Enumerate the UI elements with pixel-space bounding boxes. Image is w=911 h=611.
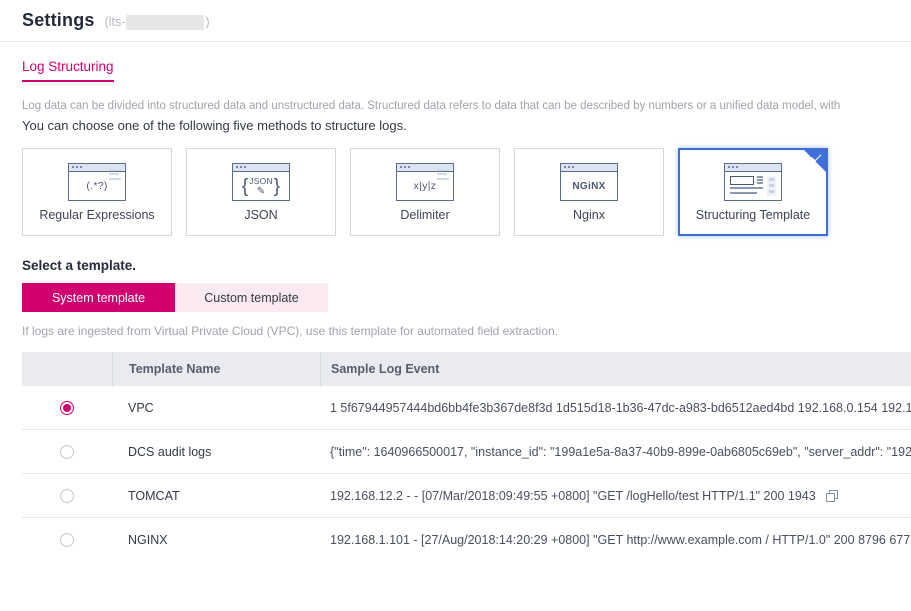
row-sample-log: {"time": 1640966500017, "instance_id": "… [320, 445, 911, 459]
radio-button-nginx[interactable] [60, 533, 74, 547]
segment-system-template[interactable]: System template [22, 283, 175, 312]
segment-custom-template[interactable]: Custom template [175, 283, 328, 312]
delimiter-lines-icon [437, 168, 450, 180]
method-card-nginx[interactable]: NGiNX Nginx [514, 148, 664, 236]
template-type-toggle: System template Custom template [22, 283, 328, 312]
method-card-label: Structuring Template [695, 207, 811, 222]
description-block: Log data can be divided into structured … [0, 82, 911, 136]
brace-left-icon: { [241, 175, 249, 197]
copy-icon[interactable] [825, 489, 838, 502]
method-card-delimiter[interactable]: x|y|z Delimiter [350, 148, 500, 236]
method-card-label: JSON [244, 207, 278, 222]
json-window-icon: { JSON ✎ } [232, 162, 290, 201]
delimiter-window-icon: x|y|z [396, 162, 454, 201]
description-line-2: You can choose one of the following five… [22, 118, 407, 133]
method-card-json[interactable]: { JSON ✎ } JSON [186, 148, 336, 236]
row-select-cell[interactable] [22, 444, 112, 459]
settings-page: Settings (lts- ) Log Structuring Log dat… [0, 0, 911, 611]
selected-check-icon [804, 150, 826, 172]
table-header: Template Name Sample Log Event [22, 352, 911, 386]
table-header-sample-log-event: Sample Log Event [320, 352, 911, 386]
row-sample-log: 1 5f67944957444bd6bb4fe3b367de8f3d 1d515… [320, 401, 911, 415]
page-header: Settings (lts- ) [0, 0, 911, 31]
row-sample-log-text: 192.168.12.2 - - [07/Mar/2018:09:49:55 +… [330, 488, 816, 503]
brace-right-icon: } [273, 175, 281, 197]
table-row[interactable]: VPC 1 5f67944957444bd6bb4fe3b367de8f3d 1… [22, 386, 911, 430]
subtitle-suffix: ) [205, 15, 210, 29]
nginx-glyph-text: NGiNX [572, 180, 606, 192]
row-sample-log: 192.168.12.2 - - [07/Mar/2018:09:49:55 +… [320, 489, 911, 503]
pencil-icon: ✎ [256, 185, 266, 197]
tab-bar-divider [0, 81, 911, 82]
redacted-value [126, 14, 205, 30]
radio-button-tomcat[interactable] [60, 488, 74, 503]
row-select-cell[interactable] [22, 400, 112, 415]
method-card-label: Delimiter [400, 207, 450, 222]
regex-lines-icon [109, 168, 122, 180]
structuring-method-cards: (.*?) Regular Expressions { JSON ✎ } JSO… [22, 148, 911, 236]
row-select-cell[interactable] [22, 488, 112, 503]
row-sample-log-text: {"time": 1640966500017, "instance_id": "… [330, 444, 911, 459]
row-sample-log-text: 1 5f67944957444bd6bb4fe3b367de8f3d 1d515… [330, 400, 911, 415]
tab-bar: Log Structuring [0, 58, 911, 82]
method-card-label: Nginx [573, 207, 605, 222]
json-glyph-text: JSON [249, 175, 273, 186]
template-window-icon [724, 162, 782, 201]
table-row[interactable]: DCS audit logs {"time": 1640966500017, "… [22, 430, 911, 474]
subtitle-prefix: (lts- [104, 15, 126, 29]
radio-button-dcs-audit-logs[interactable] [60, 444, 74, 459]
row-template-name: VPC [128, 400, 154, 415]
row-template-name: TOMCAT [128, 488, 180, 503]
delimiter-glyph-text: x|y|z [413, 180, 437, 192]
row-template-name: NGINX [128, 533, 168, 547]
table-row[interactable]: TOMCAT 192.168.12.2 - - [07/Mar/2018:09:… [22, 474, 911, 518]
regex-window-icon: (.*?) [68, 162, 126, 201]
page-subtitle: (lts- ) [104, 14, 210, 30]
row-select-cell[interactable] [22, 533, 112, 547]
description-line-1: Log data can be divided into structured … [22, 100, 841, 112]
template-hint: If logs are ingested from Virtual Privat… [22, 324, 559, 338]
radio-button-vpc[interactable] [60, 400, 74, 415]
method-card-structuring-template[interactable]: Structuring Template [678, 148, 828, 236]
nginx-window-icon: NGiNX [560, 162, 618, 201]
table-header-template-name: Template Name [112, 352, 320, 386]
tab-log-structuring[interactable]: Log Structuring [22, 59, 114, 82]
row-template-name: DCS audit logs [128, 444, 212, 459]
method-card-regular-expressions[interactable]: (.*?) Regular Expressions [22, 148, 172, 236]
method-card-label: Regular Expressions [39, 207, 155, 222]
header-divider [0, 41, 911, 42]
row-sample-log-text: 192.168.1.101 - [27/Aug/2018:14:20:29 +0… [330, 533, 911, 547]
row-sample-log: 192.168.1.101 - [27/Aug/2018:14:20:29 +0… [320, 533, 911, 547]
regex-glyph-text: (.*?) [86, 180, 108, 192]
page-title: Settings [22, 10, 95, 30]
table-row[interactable]: NGINX 192.168.1.101 - [27/Aug/2018:14:20… [22, 518, 911, 562]
select-template-title: Select a template. [22, 258, 137, 273]
template-table: Template Name Sample Log Event VPC 1 5f6… [22, 352, 911, 562]
